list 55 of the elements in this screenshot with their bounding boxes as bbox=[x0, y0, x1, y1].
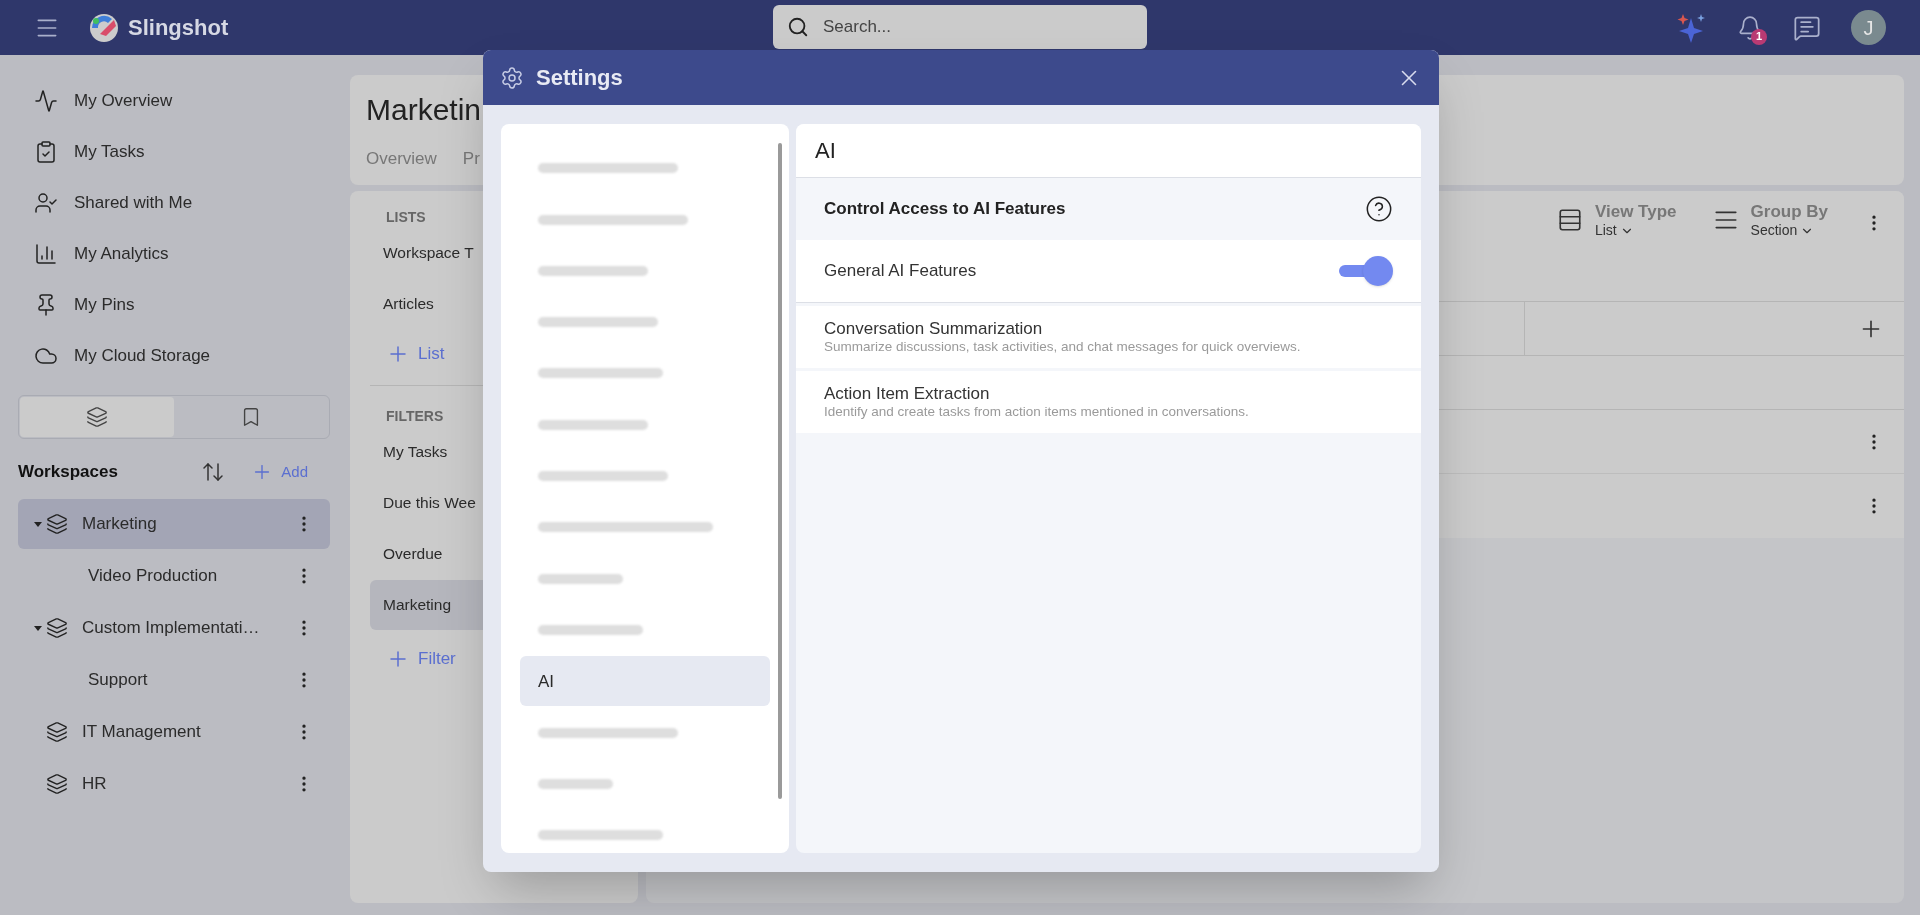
tree-item[interactable]: Video Production bbox=[18, 551, 330, 601]
tree-item[interactable]: Custom Implementati… bbox=[18, 603, 330, 653]
bar-chart-icon bbox=[34, 241, 58, 266]
tree-item[interactable]: IT Management bbox=[18, 707, 330, 757]
layers-icon bbox=[46, 513, 68, 535]
feature-title: Conversation Summarization bbox=[824, 317, 1044, 340]
section-heading: FILTERS bbox=[386, 408, 444, 424]
page-title: Marketin bbox=[366, 92, 482, 128]
settings-nav-item[interactable]: AI bbox=[520, 656, 770, 707]
tree-item[interactable]: HR bbox=[18, 759, 330, 809]
settings-icon bbox=[500, 65, 524, 90]
nav-item[interactable]: My Cloud Storage bbox=[18, 330, 330, 381]
rows-icon bbox=[1556, 207, 1583, 234]
workspace-label: IT Management bbox=[82, 721, 202, 744]
logo-icon bbox=[88, 11, 120, 44]
tree-item[interactable]: Support bbox=[18, 655, 330, 705]
workspaces-heading: Workspaces bbox=[18, 461, 119, 484]
notification-badge: 1 bbox=[1751, 28, 1767, 45]
tree-item[interactable]: Marketing bbox=[18, 499, 330, 549]
layers-icon bbox=[86, 406, 108, 428]
workspace-label: Support bbox=[88, 669, 149, 692]
nav-item[interactable]: My Tasks bbox=[18, 126, 330, 177]
dropdown[interactable]: Group By Section bbox=[1750, 201, 1828, 240]
sort-icon[interactable] bbox=[201, 460, 226, 484]
nav-item[interactable]: Shared with Me bbox=[18, 177, 330, 228]
workspace-label: Marketing bbox=[82, 513, 158, 536]
group-title: Control Access to AI Features bbox=[824, 198, 1067, 221]
search-icon bbox=[787, 16, 809, 38]
app-name: Slingshot bbox=[128, 14, 229, 42]
search-field[interactable]: Search... bbox=[773, 5, 1147, 49]
layers-icon bbox=[46, 773, 68, 795]
section-title: AI bbox=[796, 124, 1421, 178]
caret-icon[interactable] bbox=[34, 625, 42, 631]
caret-icon[interactable] bbox=[34, 521, 42, 527]
search-input[interactable]: Search... bbox=[823, 14, 1133, 40]
user-check-icon bbox=[34, 190, 58, 215]
workspace-label: Custom Implementati… bbox=[82, 617, 261, 640]
feature-description: Summarize discussions, task activities, and chat messages for quick overviews. bbox=[824, 339, 1302, 357]
activity-icon bbox=[34, 88, 58, 113]
workspace-label: HR bbox=[82, 773, 108, 796]
feature-title: Action Item Extraction bbox=[824, 382, 991, 405]
dialog-title: Settings bbox=[536, 64, 624, 92]
nav-item[interactable]: My Pins bbox=[18, 279, 330, 330]
section-heading: LISTS bbox=[386, 209, 426, 225]
nav-item[interactable]: My Analytics bbox=[18, 228, 330, 279]
feature-title: General AI Features bbox=[824, 260, 978, 283]
toggle-switch[interactable] bbox=[1337, 256, 1393, 286]
clipboard-check-icon bbox=[34, 139, 58, 164]
feature-description: Identify and create tasks from action items mentioned in conversations. bbox=[824, 404, 1250, 422]
dropdown[interactable]: View Type List bbox=[1594, 201, 1677, 240]
help-icon[interactable] bbox=[1365, 195, 1393, 223]
layers-icon bbox=[46, 721, 68, 743]
workspace-label: Video Production bbox=[88, 565, 219, 588]
nav-item[interactable]: My Overview bbox=[18, 75, 330, 126]
layers-icon bbox=[46, 617, 68, 639]
